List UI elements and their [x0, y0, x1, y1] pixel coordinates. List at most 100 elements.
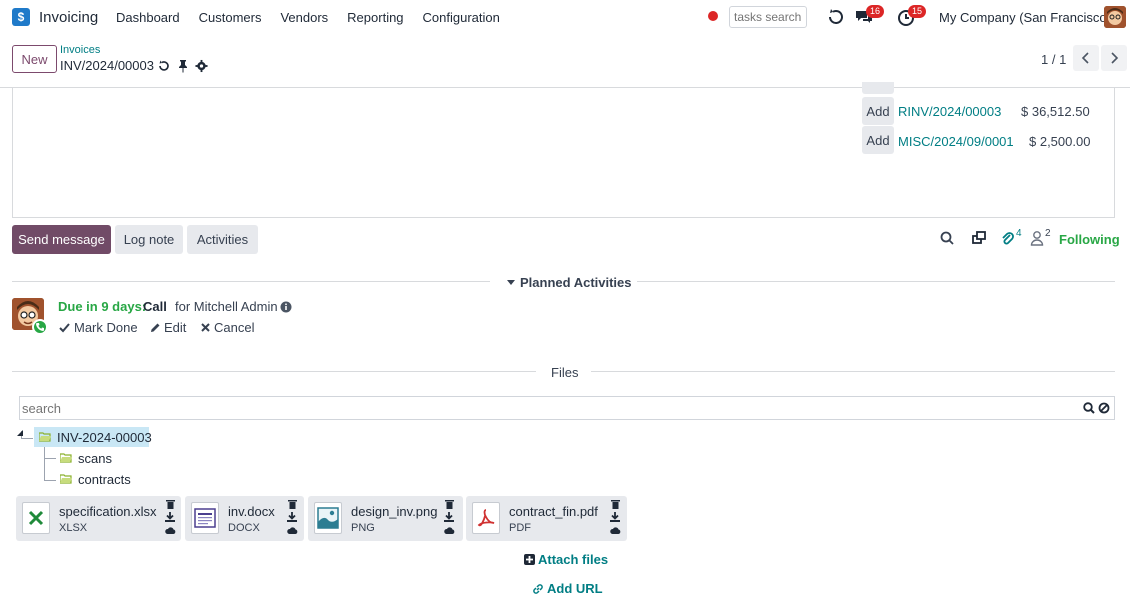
attachment-card[interactable]: inv.docx DOCX: [185, 496, 304, 541]
attachment-actions: [609, 499, 621, 534]
trash-icon[interactable]: [165, 499, 175, 509]
phone-icon: [32, 319, 48, 335]
attachment-actions: [286, 499, 298, 534]
tree-root-label[interactable]: INV-2024-00003: [57, 430, 152, 445]
excel-icon: [22, 502, 50, 534]
cloud-icon[interactable]: [286, 525, 298, 534]
refresh-icon[interactable]: [157, 59, 171, 73]
attachment-card[interactable]: contract_fin.pdf PDF: [466, 496, 627, 541]
edit-activity-button[interactable]: Edit: [150, 320, 186, 335]
trash-icon[interactable]: [287, 499, 297, 509]
chevron-left-icon: [1081, 52, 1089, 64]
add-payment-button-partial[interactable]: [862, 82, 894, 94]
attachment-actions: [164, 499, 176, 534]
attachment-name[interactable]: inv.docx: [228, 504, 275, 519]
activities-button[interactable]: Activities: [187, 225, 258, 254]
attachment-name[interactable]: design_inv.png: [351, 504, 438, 519]
gear-icon[interactable]: [195, 59, 208, 73]
tree-folder-scans[interactable]: scans: [78, 451, 112, 466]
user-avatar[interactable]: [1104, 6, 1126, 28]
expand-windows-icon[interactable]: [972, 230, 987, 246]
image-icon: [314, 502, 342, 534]
log-note-button[interactable]: Log note: [115, 225, 183, 254]
followers-count: 2: [1045, 228, 1051, 239]
separator-line: [591, 371, 1115, 372]
cancel-activity-button[interactable]: Cancel: [201, 320, 254, 335]
pager-value[interactable]: 1 / 1: [1041, 52, 1066, 67]
paperclip-icon[interactable]: [1000, 230, 1014, 246]
app-name[interactable]: Invoicing: [39, 9, 98, 26]
separator-line: [12, 281, 490, 282]
planned-activities-toggle[interactable]: Planned Activities: [507, 275, 632, 290]
download-icon[interactable]: [610, 512, 620, 522]
outstanding-credit-link[interactable]: RINV/2024/00003: [898, 104, 1001, 119]
attach-files-button[interactable]: Attach files: [524, 552, 608, 567]
breadcrumb-invoices[interactable]: Invoices: [60, 44, 100, 56]
attachment-card[interactable]: design_inv.png PNG: [308, 496, 463, 541]
menu-item-dashboard[interactable]: Dashboard: [116, 10, 180, 25]
menu-item-customers[interactable]: Customers: [199, 10, 262, 25]
search-icon[interactable]: [1083, 402, 1095, 414]
chevron-right-icon: [1111, 52, 1119, 64]
download-icon[interactable]: [287, 512, 297, 522]
folder-open-icon: [39, 432, 51, 442]
close-icon: [201, 323, 210, 332]
company-switcher[interactable]: My Company (San Francisco): [939, 10, 1111, 25]
add-url-label: Add URL: [547, 581, 603, 596]
attachment-extension: PNG: [351, 522, 375, 534]
tree-connector: [44, 447, 45, 481]
tasks-search-input[interactable]: [729, 6, 807, 28]
cancel-label: Cancel: [214, 320, 255, 335]
info-icon[interactable]: [280, 301, 292, 313]
download-icon[interactable]: [444, 512, 454, 522]
add-url-button[interactable]: Add URL: [532, 581, 603, 596]
outstanding-credit-amount: $ 2,500.00: [1029, 134, 1091, 149]
activity-due-label: Due in 9 days:: [58, 299, 147, 314]
cloud-icon[interactable]: [164, 525, 176, 534]
cloud-icon[interactable]: [443, 525, 455, 534]
attachment-extension: XLSX: [59, 522, 88, 534]
send-message-button[interactable]: Send message: [12, 225, 111, 254]
cloud-icon[interactable]: [609, 525, 621, 534]
mark-done-button[interactable]: Mark Done: [59, 320, 138, 335]
trash-icon[interactable]: [610, 499, 620, 509]
invoicing-app-icon[interactable]: $: [12, 8, 30, 26]
tree-collapse-icon[interactable]: [17, 430, 23, 436]
new-button[interactable]: New: [12, 45, 57, 73]
trash-icon[interactable]: [444, 499, 454, 509]
clear-filter-icon[interactable]: [1098, 402, 1110, 414]
menu-item-vendors[interactable]: Vendors: [280, 10, 328, 25]
form-sheet: Add RINV/2024/00003 $ 36,512.50 Add MISC…: [12, 82, 1115, 218]
outstanding-credit-link[interactable]: MISC/2024/09/0001: [898, 134, 1014, 149]
main-menu: Dashboard Customers Vendors Reporting Co…: [116, 10, 519, 25]
recording-indicator-icon[interactable]: [708, 11, 718, 21]
followers-icon[interactable]: [1030, 230, 1044, 246]
caret-down-icon: [507, 279, 515, 285]
refresh-icon[interactable]: [826, 7, 846, 27]
following-toggle[interactable]: Following: [1059, 232, 1120, 247]
planned-activities-title: Planned Activities: [520, 275, 632, 290]
attachment-card[interactable]: specification.xlsx XLSX: [16, 496, 181, 541]
activity-type: Call: [143, 299, 167, 314]
attachment-extension: PDF: [509, 522, 531, 534]
control-panel: New Invoices INV/2024/00003 1 / 1: [0, 34, 1130, 88]
files-search-input[interactable]: [19, 396, 1115, 420]
pdf-icon: [472, 502, 500, 534]
attachment-name[interactable]: specification.xlsx: [59, 504, 157, 519]
search-icon[interactable]: [940, 230, 954, 246]
download-icon[interactable]: [165, 512, 175, 522]
menu-item-reporting[interactable]: Reporting: [347, 10, 403, 25]
edit-label: Edit: [164, 320, 187, 335]
menu-item-configuration[interactable]: Configuration: [423, 10, 500, 25]
pin-icon[interactable]: [177, 59, 189, 73]
outstanding-credit-amount: $ 36,512.50: [1021, 104, 1090, 119]
attachment-name[interactable]: contract_fin.pdf: [509, 504, 598, 519]
check-icon: [59, 322, 70, 332]
pager-next-button[interactable]: [1101, 45, 1127, 71]
add-payment-button[interactable]: Add: [862, 126, 894, 154]
add-payment-button[interactable]: Add: [862, 97, 894, 125]
tree-folder-contracts[interactable]: contracts: [78, 472, 131, 487]
tree-connector: [44, 480, 56, 481]
link-icon: [533, 583, 543, 594]
pager-previous-button[interactable]: [1073, 45, 1099, 71]
